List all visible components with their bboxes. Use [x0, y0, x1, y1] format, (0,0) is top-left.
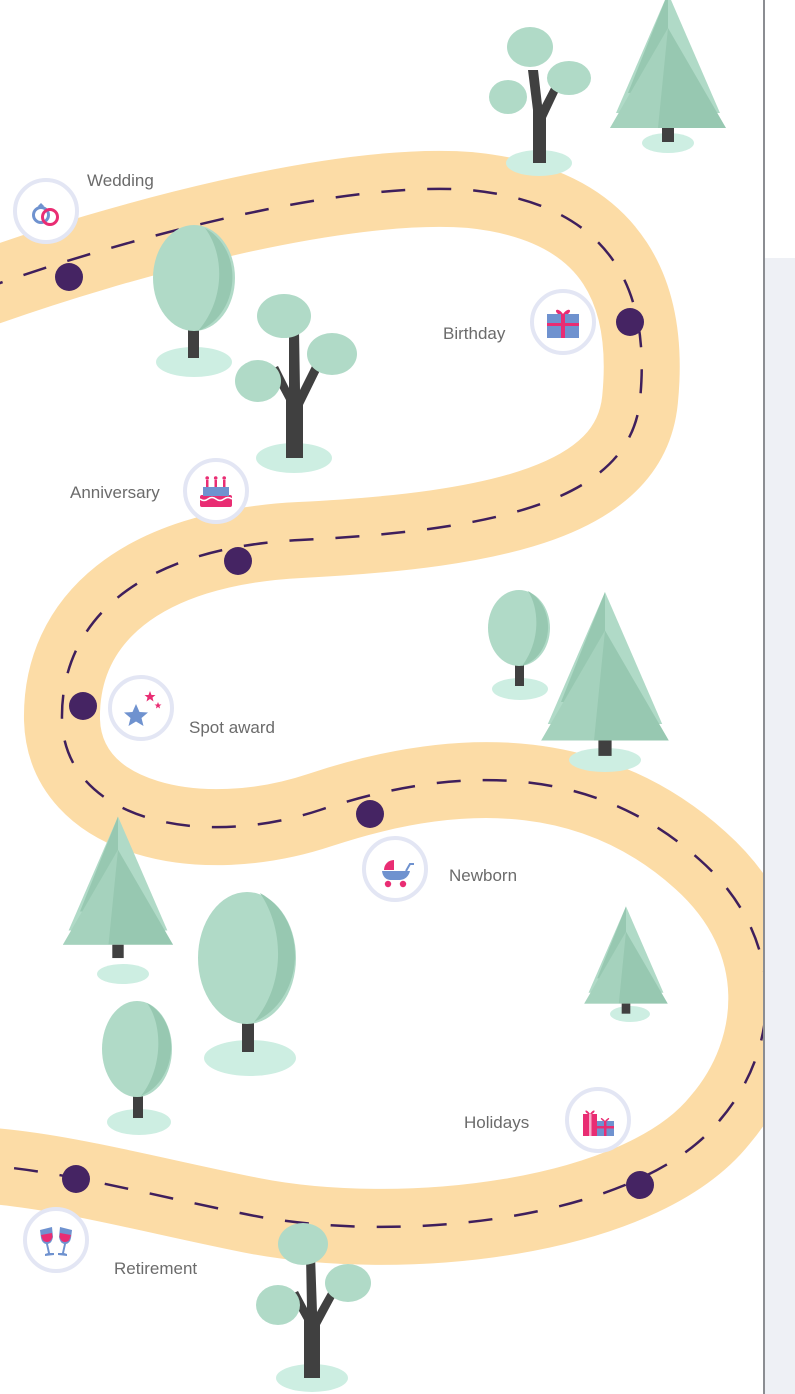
gift-icon [547, 309, 579, 338]
cake-icon [199, 476, 233, 507]
badge-retirement[interactable] [23, 1207, 89, 1273]
round-tree-icon [198, 892, 296, 1076]
branch-tree-icon [235, 294, 357, 473]
stop-holidays[interactable] [626, 1171, 654, 1199]
branch-tree-icon [489, 27, 591, 176]
side-panel-top [765, 0, 795, 258]
label-birthday: Birthday [443, 324, 506, 343]
pine-tree-icon [610, 0, 726, 153]
pine-tree-icon [541, 592, 669, 772]
label-anniversary: Anniversary [70, 483, 160, 502]
pine-tree-icon [584, 906, 668, 1022]
stop-spot-award[interactable] [69, 692, 97, 720]
stop-newborn[interactable] [356, 800, 384, 828]
badge-holidays[interactable] [565, 1087, 631, 1153]
star-icon [124, 691, 162, 726]
gifts-icon [583, 1110, 614, 1136]
stop-retirement[interactable] [62, 1165, 90, 1193]
round-tree-icon [488, 590, 550, 700]
stop-birthday[interactable] [616, 308, 644, 336]
badge-anniversary[interactable] [183, 458, 249, 524]
round-tree-icon [153, 225, 235, 377]
label-retirement: Retirement [114, 1259, 198, 1278]
stop-wedding[interactable] [55, 263, 83, 291]
label-wedding: Wedding [87, 171, 154, 190]
badge-wedding[interactable] [13, 178, 79, 244]
badge-newborn[interactable] [362, 836, 428, 902]
stroller-icon [382, 860, 414, 888]
toast-glasses-icon [40, 1227, 72, 1256]
badge-spot-award[interactable] [108, 675, 174, 741]
badge-birthday[interactable] [530, 289, 596, 355]
round-tree-icon [102, 1001, 172, 1135]
label-spot-award: Spot award [189, 718, 275, 737]
rings-icon [32, 203, 59, 226]
label-newborn: Newborn [449, 866, 518, 885]
side-panel [763, 0, 795, 1394]
label-holidays: Holidays [464, 1113, 530, 1132]
stop-anniversary[interactable] [224, 547, 252, 575]
